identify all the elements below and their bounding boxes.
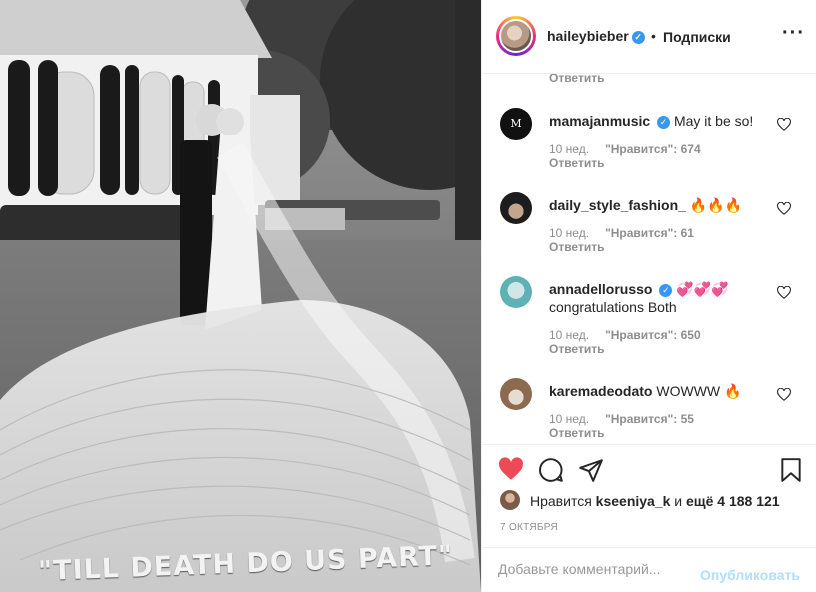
verified-badge-icon: ✓ bbox=[657, 116, 671, 129]
comment-time[interactable]: 10 нед. bbox=[549, 226, 589, 240]
likes-prefix: Нравится bbox=[530, 493, 592, 509]
comment-time[interactable]: 10 нед. bbox=[549, 328, 589, 342]
verified-badge-icon: ✓ bbox=[631, 31, 645, 44]
comment-text: mamajanmusic ✓ May it be so! bbox=[549, 112, 774, 130]
post-date[interactable]: 7 ОКТЯБРЯ bbox=[500, 522, 558, 533]
publish-button[interactable]: Опубликовать bbox=[700, 567, 800, 583]
comments-list[interactable]: Ответить M mamajanmusic ✓ May it be so! … bbox=[482, 74, 816, 444]
wedding-photo-illustration bbox=[0, 0, 481, 592]
reply-link[interactable]: Ответить bbox=[549, 240, 604, 254]
author-username[interactable]: haileybieber ✓ bbox=[547, 28, 645, 44]
hearts-emoji: 💞💞💞 bbox=[676, 281, 729, 297]
comment-icon[interactable] bbox=[538, 457, 564, 483]
comment-like-heart-icon[interactable] bbox=[777, 118, 791, 132]
reply-link[interactable]: Ответить bbox=[549, 342, 604, 356]
comment-username[interactable]: annadellorusso bbox=[549, 281, 652, 297]
hat-woman-avatar-icon[interactable] bbox=[500, 192, 532, 224]
comment-like-heart-icon[interactable] bbox=[777, 388, 791, 402]
comment-text: annadellorusso ✓ 💞💞💞 congratulations Bot… bbox=[549, 280, 774, 316]
comment-meta: 10 нед. "Нравится": 674 bbox=[549, 142, 701, 156]
story-ring[interactable] bbox=[496, 16, 536, 56]
avatar[interactable] bbox=[499, 19, 533, 53]
liker-username[interactable]: kseeniya_k bbox=[596, 493, 671, 509]
post-side-panel: haileybieber ✓ • Подписки ··· Ответить M … bbox=[481, 0, 816, 592]
following-button[interactable]: Подписки bbox=[663, 29, 731, 45]
likes-conjunction: и bbox=[674, 493, 683, 509]
post-photo[interactable]: "TILL DEATH DO US PART" bbox=[0, 0, 481, 592]
comment-time[interactable]: 10 нед. bbox=[549, 412, 589, 426]
likes-text[interactable]: Нравится kseeniya_k и ещё 4 188 121 bbox=[530, 493, 780, 509]
header-separator: • bbox=[651, 28, 656, 44]
fire-emoji: 🔥 bbox=[724, 383, 742, 399]
post-actions bbox=[482, 444, 816, 484]
reply-link[interactable]: Ответить bbox=[549, 156, 604, 170]
comment-item: daily_style_fashion_ 🔥🔥🔥 10 нед. "Нравитс… bbox=[482, 188, 816, 272]
comment-text: daily_style_fashion_ 🔥🔥🔥 bbox=[549, 196, 774, 214]
comment-like-heart-icon[interactable] bbox=[777, 286, 791, 300]
comment-like-heart-icon[interactable] bbox=[777, 202, 791, 216]
comment-text: karemadeodato WOWWW 🔥 bbox=[549, 382, 774, 400]
comment-username[interactable]: daily_style_fashion_ bbox=[549, 197, 686, 213]
post-header: haileybieber ✓ • Подписки ··· bbox=[482, 0, 816, 74]
comment-username[interactable]: mamajanmusic bbox=[549, 113, 650, 129]
comment-item: karemadeodato WOWWW 🔥 10 нед. "Нравится":… bbox=[482, 374, 816, 444]
mamajan-logo-avatar-icon[interactable]: M bbox=[500, 108, 532, 140]
fire-emoji: 🔥🔥🔥 bbox=[689, 197, 743, 213]
comment-likes[interactable]: "Нравится": 61 bbox=[605, 226, 694, 240]
comment-body: May it be so! bbox=[673, 113, 754, 129]
likes-summary: Нравится kseeniya_k и ещё 4 188 121 bbox=[500, 490, 810, 512]
comment-likes[interactable]: "Нравится": 650 bbox=[605, 328, 701, 342]
comment-username[interactable]: karemadeodato bbox=[549, 383, 652, 399]
reply-link[interactable]: Ответить bbox=[549, 74, 604, 85]
heart-filled-icon[interactable] bbox=[498, 457, 524, 483]
likes-count[interactable]: ещё 4 188 121 bbox=[686, 493, 780, 509]
comment-input[interactable] bbox=[496, 558, 696, 580]
bookmark-icon[interactable] bbox=[778, 457, 804, 483]
reply-link[interactable]: Ответить bbox=[549, 426, 604, 440]
comment-item: annadellorusso ✓ 💞💞💞 congratulations Bot… bbox=[482, 272, 816, 372]
comment-time[interactable]: 10 нед. bbox=[549, 142, 589, 156]
svg-text:M: M bbox=[510, 117, 521, 130]
teal-avatar-icon[interactable] bbox=[500, 276, 532, 308]
comment-body: congratulations Both bbox=[549, 299, 677, 315]
comment-item: M mamajanmusic ✓ May it be so! 10 нед. "Н… bbox=[482, 104, 816, 188]
add-comment-form: Опубликовать bbox=[482, 547, 816, 592]
verified-badge-icon: ✓ bbox=[659, 284, 673, 297]
hat-avatar-icon[interactable] bbox=[500, 378, 532, 410]
comment-likes[interactable]: "Нравится": 55 bbox=[605, 412, 694, 426]
comment-meta: 10 нед. "Нравится": 650 bbox=[549, 328, 701, 342]
share-icon[interactable] bbox=[578, 457, 604, 483]
liker-avatar[interactable] bbox=[500, 490, 520, 510]
comment-likes[interactable]: "Нравится": 674 bbox=[605, 142, 701, 156]
comment-meta: 10 нед. "Нравится": 55 bbox=[549, 412, 694, 426]
author-username-text[interactable]: haileybieber bbox=[547, 28, 629, 44]
comment-body: WOWWW bbox=[656, 383, 721, 399]
comment-meta: 10 нед. "Нравится": 61 bbox=[549, 226, 694, 240]
more-options-icon[interactable]: ··· bbox=[782, 22, 805, 45]
